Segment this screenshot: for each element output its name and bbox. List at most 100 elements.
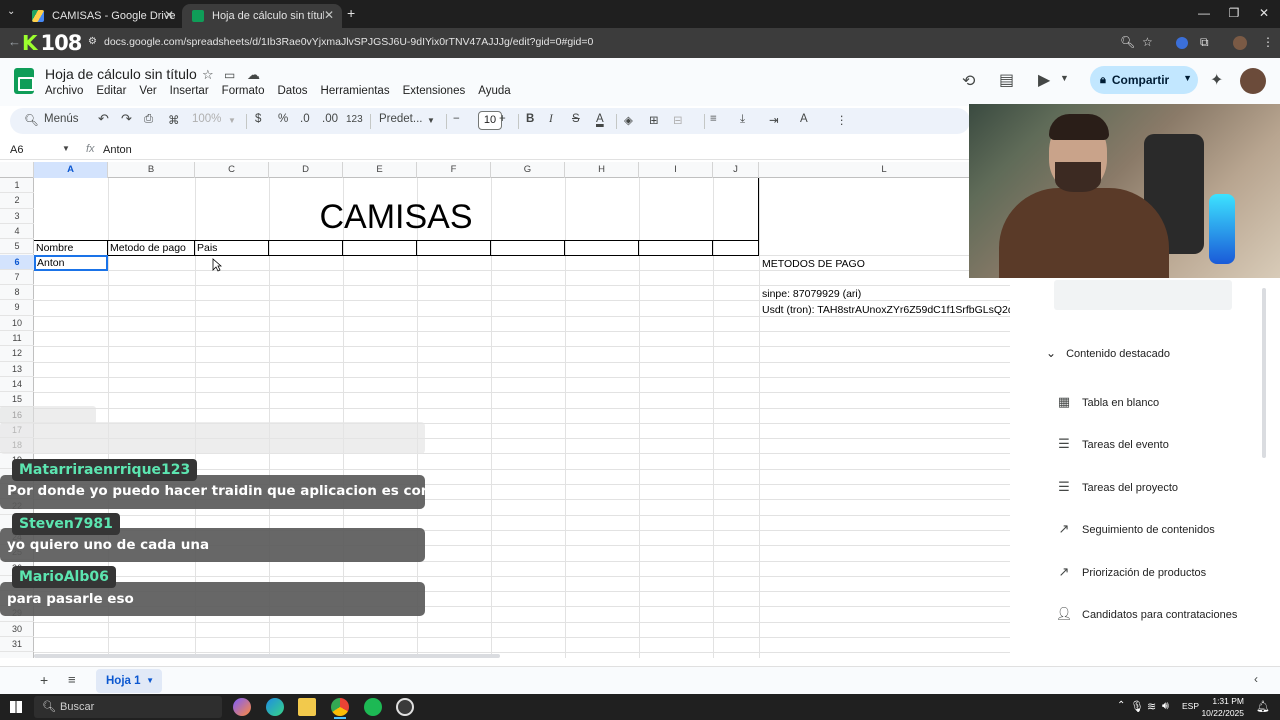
font-family-select[interactable]: Predet... bbox=[379, 113, 422, 125]
row-header-13[interactable]: 13 bbox=[0, 362, 34, 377]
usdt-cell[interactable]: Usdt (tron): TAH8strAUnoxZYr6Z59dC1f1Srf… bbox=[762, 304, 1010, 316]
strikethrough-button[interactable]: S bbox=[572, 113, 580, 125]
chevron-up-icon[interactable]: ⌃ bbox=[1117, 700, 1125, 711]
history-icon[interactable]: ⟲ bbox=[962, 71, 975, 91]
horizontal-scrollbar[interactable] bbox=[34, 654, 500, 658]
column-header-b[interactable]: B bbox=[108, 162, 195, 178]
bookmark-star-icon[interactable]: ☆ bbox=[1142, 35, 1153, 49]
profile-avatar-icon[interactable] bbox=[1233, 36, 1247, 50]
template-preview[interactable] bbox=[1054, 280, 1232, 310]
all-sheets-icon[interactable]: ≡ bbox=[68, 672, 76, 687]
menu-insertar[interactable]: Insertar bbox=[170, 85, 209, 97]
obs-icon[interactable] bbox=[396, 698, 414, 716]
star-icon[interactable]: ☆ bbox=[202, 67, 214, 83]
menu-ver[interactable]: Ver bbox=[139, 85, 156, 97]
close-tab-icon[interactable]: ✕ bbox=[164, 8, 174, 22]
restore-icon[interactable]: ❐ bbox=[1224, 6, 1244, 20]
cloud-status-icon[interactable]: ☁ bbox=[247, 67, 260, 83]
edge-icon[interactable] bbox=[266, 698, 284, 716]
template-project-tasks[interactable]: ☰ Tareas del proyecto bbox=[1054, 479, 1178, 495]
minimize-icon[interactable]: — bbox=[1194, 6, 1214, 20]
row-header-8[interactable]: 8 bbox=[0, 285, 34, 301]
menu-ayuda[interactable]: Ayuda bbox=[478, 85, 510, 97]
decrease-decimals-button[interactable]: .0 bbox=[300, 113, 310, 125]
menu-archivo[interactable]: Archivo bbox=[45, 85, 83, 97]
mic-icon[interactable]: 🎙︎ bbox=[1130, 700, 1144, 713]
header-nombre[interactable]: Nombre bbox=[36, 242, 73, 254]
menu-editar[interactable]: Editar bbox=[96, 85, 126, 97]
extension-icon[interactable] bbox=[1176, 37, 1188, 49]
font-size-increase-button[interactable]: + bbox=[499, 113, 506, 125]
template-event-tasks[interactable]: ☰ Tareas del evento bbox=[1054, 436, 1169, 452]
chrome-icon[interactable] bbox=[331, 698, 349, 716]
name-box[interactable]: A6 bbox=[10, 144, 23, 156]
text-rotate-icon[interactable]: A bbox=[800, 113, 808, 125]
font-dropdown-icon[interactable]: ▼ bbox=[427, 116, 435, 125]
move-folder-icon[interactable]: ▭ bbox=[224, 68, 235, 82]
taskbar-search[interactable]: 🔍︎ Buscar bbox=[34, 696, 222, 718]
notifications-icon[interactable]: 🔔︎ bbox=[1256, 700, 1270, 713]
corner-cell[interactable] bbox=[0, 162, 34, 178]
browser-tab-drive[interactable]: CAMISAS - Google Drive ✕ bbox=[22, 4, 182, 28]
row-header-2[interactable]: 2 bbox=[0, 193, 34, 209]
close-window-icon[interactable]: ✕ bbox=[1254, 6, 1274, 20]
paint-format-icon[interactable]: ⌘ bbox=[168, 113, 180, 127]
column-header-c[interactable]: C bbox=[195, 162, 269, 178]
spotify-icon[interactable] bbox=[364, 698, 382, 716]
kebab-menu-icon[interactable]: ⋮ bbox=[1262, 35, 1274, 49]
copilot-icon[interactable] bbox=[233, 698, 251, 716]
header-metodo-de-pago[interactable]: Metodo de pago bbox=[110, 242, 186, 254]
avatar[interactable] bbox=[1240, 68, 1266, 94]
text-color-button[interactable]: A bbox=[596, 113, 604, 125]
taskbar-clock[interactable]: 1:31 PM 10/22/2025 bbox=[1196, 695, 1244, 719]
comments-icon[interactable]: ▤ bbox=[999, 70, 1014, 90]
row-header-11[interactable]: 11 bbox=[0, 331, 34, 347]
formula-input[interactable]: Anton bbox=[103, 144, 132, 156]
meet-dropdown-icon[interactable]: ▼ bbox=[1060, 73, 1069, 83]
browser-tab-sheets[interactable]: Hoja de cálculo sin título - Hoja ✕ bbox=[182, 4, 342, 28]
column-header-j[interactable]: J bbox=[713, 162, 759, 178]
redo-icon[interactable]: ↷ bbox=[121, 111, 132, 127]
share-dropdown-icon[interactable]: ▼ bbox=[1183, 73, 1192, 83]
row-header-6[interactable]: 6 bbox=[0, 254, 34, 270]
percent-format-button[interactable]: % bbox=[278, 113, 288, 125]
valign-icon[interactable]: ⤓ bbox=[740, 113, 745, 126]
font-size-decrease-button[interactable]: − bbox=[453, 113, 460, 125]
row-header-7[interactable]: 7 bbox=[0, 270, 34, 286]
puzzle-icon[interactable]: ⧉ bbox=[1200, 35, 1209, 50]
back-icon[interactable]: ← bbox=[8, 34, 21, 49]
sinpe-cell[interactable]: sinpe: 87079929 (ari) bbox=[762, 288, 861, 300]
menu-datos[interactable]: Datos bbox=[278, 85, 308, 97]
template-content-tracking[interactable]: ↗ Seguimiento de contenidos bbox=[1054, 521, 1215, 537]
text-wrap-icon[interactable]: ⇥ bbox=[769, 113, 779, 127]
sheet-tab-hoja1[interactable]: Hoja 1 ▼ bbox=[96, 669, 162, 693]
row-header-31[interactable]: 31 bbox=[0, 637, 34, 653]
row-header-9[interactable]: 9 bbox=[0, 300, 34, 316]
gemini-sparkle-icon[interactable]: ✦ bbox=[1210, 70, 1223, 90]
row-header-14[interactable]: 14 bbox=[0, 377, 34, 393]
template-hiring-candidates[interactable]: 👤︎ Candidatos para contrataciones bbox=[1054, 606, 1238, 622]
name-box-dropdown-icon[interactable]: ▼ bbox=[62, 144, 70, 153]
menu-formato[interactable]: Formato bbox=[222, 85, 265, 97]
column-header-g[interactable]: G bbox=[491, 162, 565, 178]
row-header-4[interactable]: 4 bbox=[0, 224, 34, 240]
share-button[interactable]: 🔒︎ Compartir ▼ bbox=[1090, 66, 1198, 94]
number-format-button[interactable]: 123 bbox=[346, 114, 363, 125]
collapse-panel-icon[interactable]: ‹ bbox=[1254, 672, 1258, 686]
undo-icon[interactable]: ↶ bbox=[98, 111, 109, 127]
column-header-a[interactable]: A bbox=[34, 162, 108, 178]
metodos-de-pago-title[interactable]: METODOS DE PAGO bbox=[762, 258, 865, 270]
column-header-f[interactable]: F bbox=[417, 162, 491, 178]
zoom-dropdown-icon[interactable]: ▼ bbox=[228, 116, 236, 125]
windows-start-icon[interactable] bbox=[10, 701, 22, 713]
volume-icon[interactable]: 🔊︎ bbox=[1162, 700, 1169, 713]
merge-cells-icon[interactable]: ⊟ bbox=[673, 113, 683, 127]
menu-herramientas[interactable]: Herramientas bbox=[321, 85, 390, 97]
tab-list-chevron-icon[interactable]: ⌄ bbox=[7, 6, 15, 17]
zoom-select[interactable]: 100% bbox=[192, 113, 221, 125]
print-icon[interactable]: ⎙ bbox=[144, 113, 153, 126]
close-tab-icon[interactable]: ✕ bbox=[324, 8, 334, 22]
column-header-h[interactable]: H bbox=[565, 162, 639, 178]
increase-decimals-button[interactable]: .00 bbox=[322, 113, 338, 125]
column-header-e[interactable]: E bbox=[343, 162, 417, 178]
